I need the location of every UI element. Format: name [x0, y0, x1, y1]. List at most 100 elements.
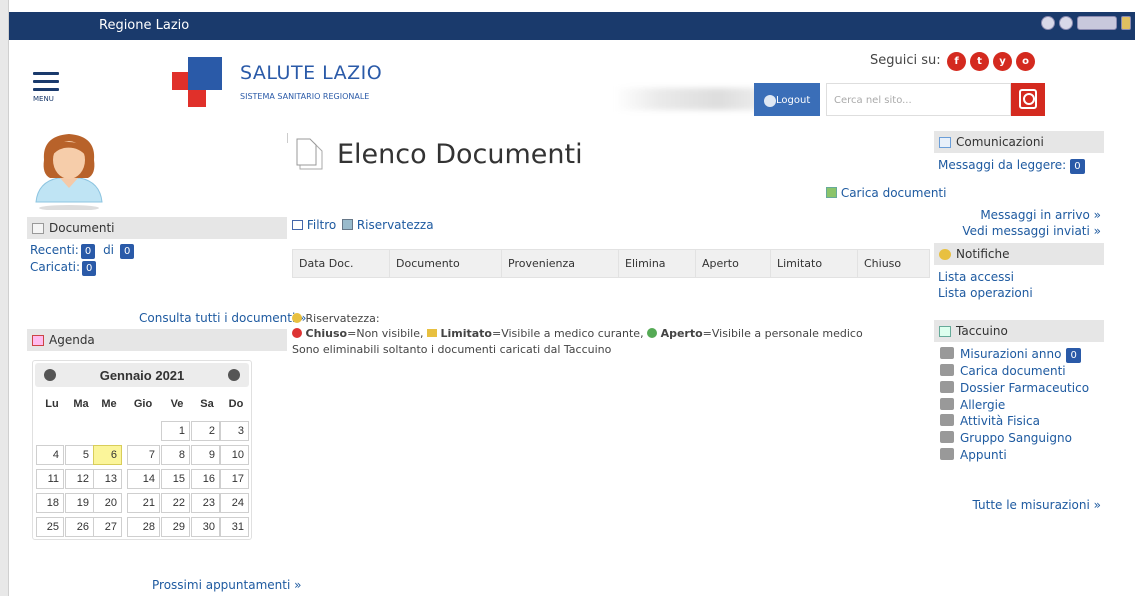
calendar-day[interactable]: 15 — [161, 469, 190, 489]
calendar-day[interactable]: 17 — [220, 469, 249, 489]
messaggi-in-arrivo-link[interactable]: Messaggi in arrivo » — [980, 208, 1101, 222]
calendar-day[interactable]: 1 — [161, 421, 190, 441]
facebook-icon[interactable]: f — [947, 52, 966, 71]
calendar-day[interactable]: 13 — [93, 469, 122, 489]
caricati-label[interactable]: Caricati: — [30, 260, 80, 274]
calendar-day[interactable]: 24 — [220, 493, 249, 513]
weekday-ve: Ve — [170, 398, 184, 410]
calendar-day[interactable]: 26 — [65, 517, 94, 537]
salute-lazio-logo-icon[interactable] — [172, 57, 222, 107]
calendar-day[interactable]: 9 — [191, 445, 220, 465]
carica-documenti-taccuino-link[interactable]: Carica documenti — [940, 364, 1066, 378]
calendar-day[interactable]: 29 — [161, 517, 190, 537]
logout-button[interactable]: Logout — [754, 83, 820, 116]
calendar-day[interactable]: 19 — [65, 493, 94, 513]
col-chiuso[interactable]: Chiuso — [858, 250, 929, 277]
dossier-farmaceutico-link[interactable]: Dossier Farmaceutico — [940, 381, 1089, 395]
agenda-section-header: Agenda — [27, 329, 287, 351]
weekday-ma: Ma — [73, 398, 89, 410]
comunicazioni-title: Comunicazioni — [956, 135, 1044, 149]
weekday-gio: Gio — [133, 398, 153, 410]
aperto-icon — [647, 328, 658, 338]
gruppo-sanguigno-link[interactable]: Gruppo Sanguigno — [940, 431, 1072, 445]
messaggi-count[interactable]: 0 — [1070, 159, 1085, 174]
calendar-day[interactable]: 30 — [191, 517, 220, 537]
youtube-icon[interactable]: y — [993, 52, 1012, 71]
allergie-link[interactable]: Allergie — [940, 398, 1005, 412]
attivita-fisica-link[interactable]: Attività Fisica — [940, 414, 1040, 428]
attivita-fisica-label: Attività Fisica — [960, 414, 1040, 428]
instagram-icon[interactable]: o — [1016, 52, 1035, 71]
regione-lazio-logo-icon[interactable] — [1077, 16, 1117, 30]
menu-button[interactable]: MENU — [33, 72, 59, 103]
caricati-count[interactable]: 0 — [82, 261, 97, 276]
weekday-do: Do — [228, 398, 244, 410]
tutte-le-misurazioni-link[interactable]: Tutte le misurazioni » — [973, 498, 1102, 512]
col-aperto[interactable]: Aperto — [696, 250, 771, 277]
calendar-day[interactable]: 23 — [191, 493, 220, 513]
menu-label: MENU — [33, 95, 54, 103]
appunti-link[interactable]: Appunti — [940, 448, 1007, 462]
fitness-icon — [940, 414, 954, 426]
calendar-day[interactable]: 10 — [220, 445, 249, 465]
documents-table-header: Data Doc. Documento Provenienza Elimina … — [292, 249, 930, 278]
recenti-count[interactable]: 0 — [80, 244, 96, 259]
top-bar: Regione Lazio — [9, 12, 1135, 40]
calendar-day[interactable]: 28 — [127, 517, 160, 537]
syringe-icon — [940, 431, 954, 443]
messaggi-inviati-link[interactable]: Vedi messaggi inviati » — [962, 224, 1101, 238]
misurazioni-count[interactable]: 0 — [1066, 348, 1081, 363]
misurazioni-anno-link[interactable]: Misurazioni anno 0 — [940, 347, 1081, 363]
gruppo-sanguigno-label: Gruppo Sanguigno — [960, 431, 1072, 445]
col-documento[interactable]: Documento — [390, 250, 502, 277]
mail-icon — [939, 137, 951, 148]
col-elimina[interactable]: Elimina — [619, 250, 696, 277]
col-limitato[interactable]: Limitato — [771, 250, 858, 277]
calendar-day[interactable]: 8 — [161, 445, 190, 465]
prossimi-appuntamenti-link[interactable]: Prossimi appuntamenti » — [152, 578, 301, 592]
calendar-day[interactable]: 6 — [93, 445, 122, 465]
recenti-label[interactable]: Recenti: — [30, 243, 79, 257]
key-icon — [292, 313, 302, 323]
calendar-day[interactable]: 2 — [191, 421, 220, 441]
lista-operazioni-link[interactable]: Lista operazioni — [938, 286, 1033, 300]
allergie-label: Allergie — [960, 398, 1006, 412]
calendar-day[interactable]: 25 — [36, 517, 64, 537]
riservatezza-link[interactable]: Riservatezza — [342, 218, 434, 232]
col-data-doc[interactable]: Data Doc. — [293, 250, 390, 277]
weekday-lu: Lu — [45, 398, 59, 410]
calendar-day[interactable]: 11 — [36, 469, 64, 489]
calendar-day[interactable]: 7 — [127, 445, 160, 465]
calendar-day[interactable]: 3 — [220, 421, 249, 441]
calendar-day[interactable]: 4 — [36, 445, 64, 465]
next-month-icon[interactable] — [228, 369, 240, 381]
brand-title[interactable]: SALUTE LAZIO — [240, 62, 382, 84]
calendar-day[interactable]: 16 — [191, 469, 220, 489]
calendar-day[interactable]: 27 — [93, 517, 122, 537]
calendar-day[interactable]: 20 — [93, 493, 122, 513]
messaggi-da-leggere-row[interactable]: Messaggi da leggere: 0 — [938, 158, 1085, 174]
consulta-documenti-link[interactable]: Consulta tutti i documenti » — [139, 311, 306, 325]
total-count[interactable]: 0 — [120, 244, 135, 259]
search-button[interactable] — [1011, 83, 1045, 116]
legend-row: Chiuso=Non visibile, Limitato=Visibile a… — [292, 327, 863, 340]
twitter-icon[interactable]: t — [970, 52, 989, 71]
search-input[interactable]: Cerca nel sito... — [826, 83, 1011, 116]
calendar-day[interactable]: 5 — [65, 445, 94, 465]
calendar-day[interactable]: 12 — [65, 469, 94, 489]
di-label: di — [103, 243, 115, 257]
logout-label: Logout — [776, 95, 811, 106]
emblem-icon[interactable] — [1059, 16, 1073, 30]
accessibility-icon[interactable] — [1041, 16, 1055, 30]
notes-icon — [940, 448, 954, 460]
col-provenienza[interactable]: Provenienza — [502, 250, 619, 277]
calendar-day[interactable]: 21 — [127, 493, 160, 513]
calendar-day[interactable]: 14 — [127, 469, 160, 489]
filtro-link[interactable]: Filtro — [292, 218, 336, 232]
calendar-day[interactable]: 31 — [220, 517, 249, 537]
calendar-day[interactable]: 22 — [161, 493, 190, 513]
calendar-day[interactable]: 18 — [36, 493, 64, 513]
region-title[interactable]: Regione Lazio — [99, 18, 189, 33]
carica-documenti-link[interactable]: Carica documenti — [826, 186, 946, 200]
lista-accessi-link[interactable]: Lista accessi — [938, 270, 1014, 284]
